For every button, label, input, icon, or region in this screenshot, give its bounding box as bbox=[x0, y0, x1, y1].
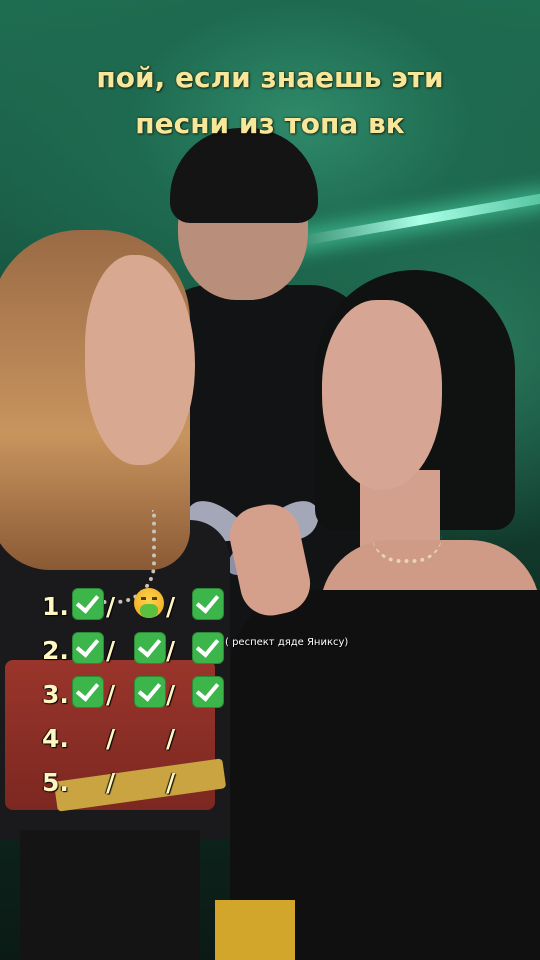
nauseated-face-icon bbox=[134, 588, 166, 620]
empty-mark bbox=[72, 764, 104, 796]
list-item-number: 5. bbox=[42, 768, 69, 797]
separator-slash: / bbox=[166, 768, 176, 797]
separator-slash: / bbox=[106, 592, 116, 621]
separator-slash: / bbox=[106, 680, 116, 709]
separator-slash: / bbox=[106, 768, 116, 797]
separator-slash: / bbox=[166, 724, 176, 753]
separator-slash: / bbox=[166, 592, 176, 621]
separator-slash: / bbox=[106, 724, 116, 753]
empty-mark bbox=[134, 764, 166, 796]
check-icon bbox=[72, 632, 104, 664]
list-item-number: 3. bbox=[42, 680, 69, 709]
empty-mark bbox=[192, 764, 224, 796]
list-item-number: 2. bbox=[42, 636, 69, 665]
check-icon bbox=[72, 676, 104, 708]
video-caption: пой, если знаешь эти песни из топа вк bbox=[0, 55, 540, 147]
person-left-legs bbox=[20, 830, 200, 960]
separator-slash: / bbox=[106, 636, 116, 665]
check-icon bbox=[192, 588, 224, 620]
caption-line-2: песни из топа вк bbox=[135, 107, 405, 140]
list-item-number: 1. bbox=[42, 592, 69, 621]
note-text: ( респект дяде Яниксу) bbox=[225, 637, 349, 648]
check-icon bbox=[72, 588, 104, 620]
empty-mark bbox=[134, 720, 166, 752]
separator-slash: / bbox=[166, 636, 176, 665]
caption-line-1: пой, если знаешь эти bbox=[96, 61, 444, 94]
check-icon bbox=[192, 632, 224, 664]
check-icon bbox=[134, 632, 166, 664]
list-item-number: 4. bbox=[42, 724, 69, 753]
person-right-face bbox=[322, 300, 442, 490]
empty-mark bbox=[72, 720, 104, 752]
led-light-strip bbox=[291, 192, 540, 248]
empty-mark bbox=[192, 720, 224, 752]
separator-slash: / bbox=[166, 680, 176, 709]
check-icon bbox=[192, 676, 224, 708]
check-icon bbox=[134, 676, 166, 708]
yellow-pants bbox=[215, 900, 295, 960]
